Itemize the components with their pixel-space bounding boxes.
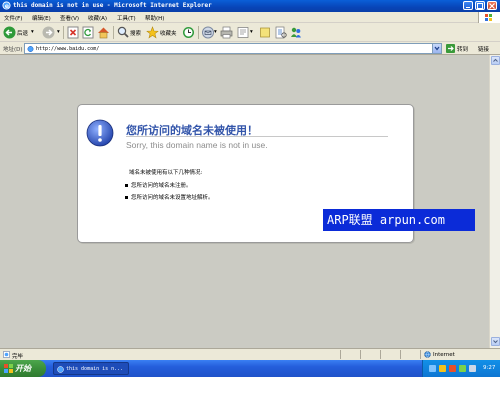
messenger-icon[interactable] — [290, 26, 302, 39]
volume-icon[interactable] — [469, 365, 476, 372]
menu-favorites[interactable]: 收藏(A) — [88, 14, 107, 22]
menu-bar: 文件(F) 编辑(E) 查看(V) 收藏(A) 工具(T) 帮助(H) — [0, 12, 500, 23]
clock[interactable]: 9:27 — [483, 365, 495, 371]
minimize-button[interactable] — [463, 1, 473, 10]
maximize-icon — [477, 3, 483, 9]
toolbar-separator — [198, 26, 199, 39]
menu-file[interactable]: 文件(F) — [4, 14, 22, 22]
window-titlebar[interactable]: e this domain is not in use - Microsoft … — [0, 0, 500, 12]
research-icon[interactable] — [275, 26, 287, 39]
toolbar-separator — [113, 26, 114, 39]
home-icon[interactable] — [97, 26, 110, 39]
address-url[interactable]: http://www.baidu.com/ — [36, 46, 99, 52]
reason-item: 您所访问的域名未注册。 — [125, 181, 192, 189]
status-divider — [420, 350, 421, 359]
forward-dropdown-icon[interactable]: ▾ — [57, 29, 60, 35]
scroll-up-button[interactable] — [491, 56, 500, 65]
address-bar: 地址(D) http://www.baidu.com/ 转到 链接 — [0, 42, 500, 55]
windows-flag-icon — [478, 12, 500, 23]
tray-app-icon[interactable] — [449, 365, 456, 372]
close-icon — [489, 3, 495, 9]
watermark: ARP联盟 arpun.com — [323, 209, 475, 231]
maximize-button[interactable] — [475, 1, 485, 10]
screen: e this domain is not in use - Microsoft … — [0, 0, 500, 377]
mail-icon[interactable] — [202, 26, 214, 39]
edit-dropdown-icon[interactable]: ▾ — [250, 29, 253, 35]
discuss-icon[interactable] — [259, 26, 271, 39]
page-content: 您所访问的域名未被使用！ Sorry, this domain name is … — [0, 55, 489, 348]
back-arrow-icon[interactable] — [3, 26, 16, 39]
bullet-icon — [125, 184, 128, 187]
windows-logo-icon — [4, 364, 13, 373]
ie-logo-icon — [57, 366, 64, 373]
toolbar: 后退 ▾ ▾ 搜索 收藏夹 ▾ ▾ — [0, 23, 500, 42]
mail-dropdown-icon[interactable]: ▾ — [214, 29, 217, 35]
search-button-label[interactable]: 搜索 — [130, 29, 141, 37]
divider — [126, 136, 388, 137]
system-tray: 9:27 — [422, 360, 500, 377]
page-subtitle: Sorry, this domain name is not in use. — [126, 140, 268, 150]
menu-view[interactable]: 查看(V) — [60, 14, 79, 22]
favorites-button-label[interactable]: 收藏夹 — [160, 29, 177, 37]
search-icon[interactable] — [117, 26, 129, 39]
bullet-icon — [125, 196, 128, 199]
status-text: 完毕 — [12, 354, 24, 360]
tray-app-icon[interactable] — [459, 365, 466, 372]
print-icon[interactable] — [220, 26, 233, 39]
menu-edit[interactable]: 编辑(E) — [32, 14, 51, 22]
status-bar: 完毕 Internet — [0, 348, 500, 360]
globe-icon — [424, 351, 431, 358]
address-dropdown-button[interactable] — [432, 44, 441, 53]
toolbar-separator — [63, 26, 64, 39]
svg-text:e: e — [5, 3, 9, 10]
status-divider — [400, 350, 401, 359]
page-icon — [27, 46, 34, 52]
menu-help[interactable]: 帮助(H) — [145, 14, 164, 22]
favorites-star-icon[interactable] — [146, 26, 159, 39]
tray-app-icon[interactable] — [439, 365, 446, 372]
taskbar: 开始 this domain is n... 9:27 — [0, 360, 500, 377]
reason-text: 您所访问的域名未注册。 — [131, 183, 192, 189]
address-field[interactable]: http://www.baidu.com/ — [24, 43, 442, 54]
chevron-down-icon — [434, 46, 440, 51]
forward-arrow-icon[interactable] — [42, 26, 55, 39]
taskbar-item-label: this domain is n... — [66, 366, 124, 372]
scroll-down-button[interactable] — [491, 337, 500, 346]
refresh-icon[interactable] — [82, 26, 94, 39]
edit-icon[interactable] — [237, 26, 249, 39]
minimize-icon — [466, 7, 470, 8]
security-zone: Internet — [433, 352, 455, 358]
status-divider — [360, 350, 361, 359]
status-divider — [340, 350, 341, 359]
start-label: 开始 — [15, 364, 31, 373]
back-button-label[interactable]: 后退 — [17, 29, 28, 37]
page-done-icon — [3, 351, 10, 358]
reason-item: 您所访问的域名未设置地址解析。 — [125, 193, 214, 201]
status-divider — [380, 350, 381, 359]
reason-text: 您所访问的域名未设置地址解析。 — [131, 195, 214, 201]
taskbar-item-ie[interactable]: this domain is n... — [53, 362, 129, 375]
history-icon[interactable] — [182, 26, 195, 39]
ie-logo-icon: e — [2, 1, 11, 10]
stop-icon[interactable] — [67, 26, 79, 39]
exclamation-icon — [86, 119, 114, 147]
links-label[interactable]: 链接 — [478, 45, 489, 53]
window-title: this domain is not in use - Microsoft In… — [13, 2, 212, 9]
address-label: 地址(D) — [3, 47, 23, 53]
chevron-up-icon — [493, 58, 498, 62]
go-arrow-icon[interactable] — [446, 44, 455, 53]
go-button-label[interactable]: 转到 — [457, 45, 468, 53]
network-icon[interactable] — [429, 365, 436, 372]
close-button[interactable] — [487, 1, 497, 10]
vertical-scrollbar[interactable] — [489, 55, 500, 348]
reasons-intro: 域名未被使用有以下几种情况: — [129, 170, 203, 176]
menu-tools[interactable]: 工具(T) — [117, 14, 136, 22]
back-dropdown-icon[interactable]: ▾ — [31, 29, 34, 35]
start-button[interactable]: 开始 — [0, 360, 46, 377]
chevron-down-icon — [493, 340, 498, 344]
